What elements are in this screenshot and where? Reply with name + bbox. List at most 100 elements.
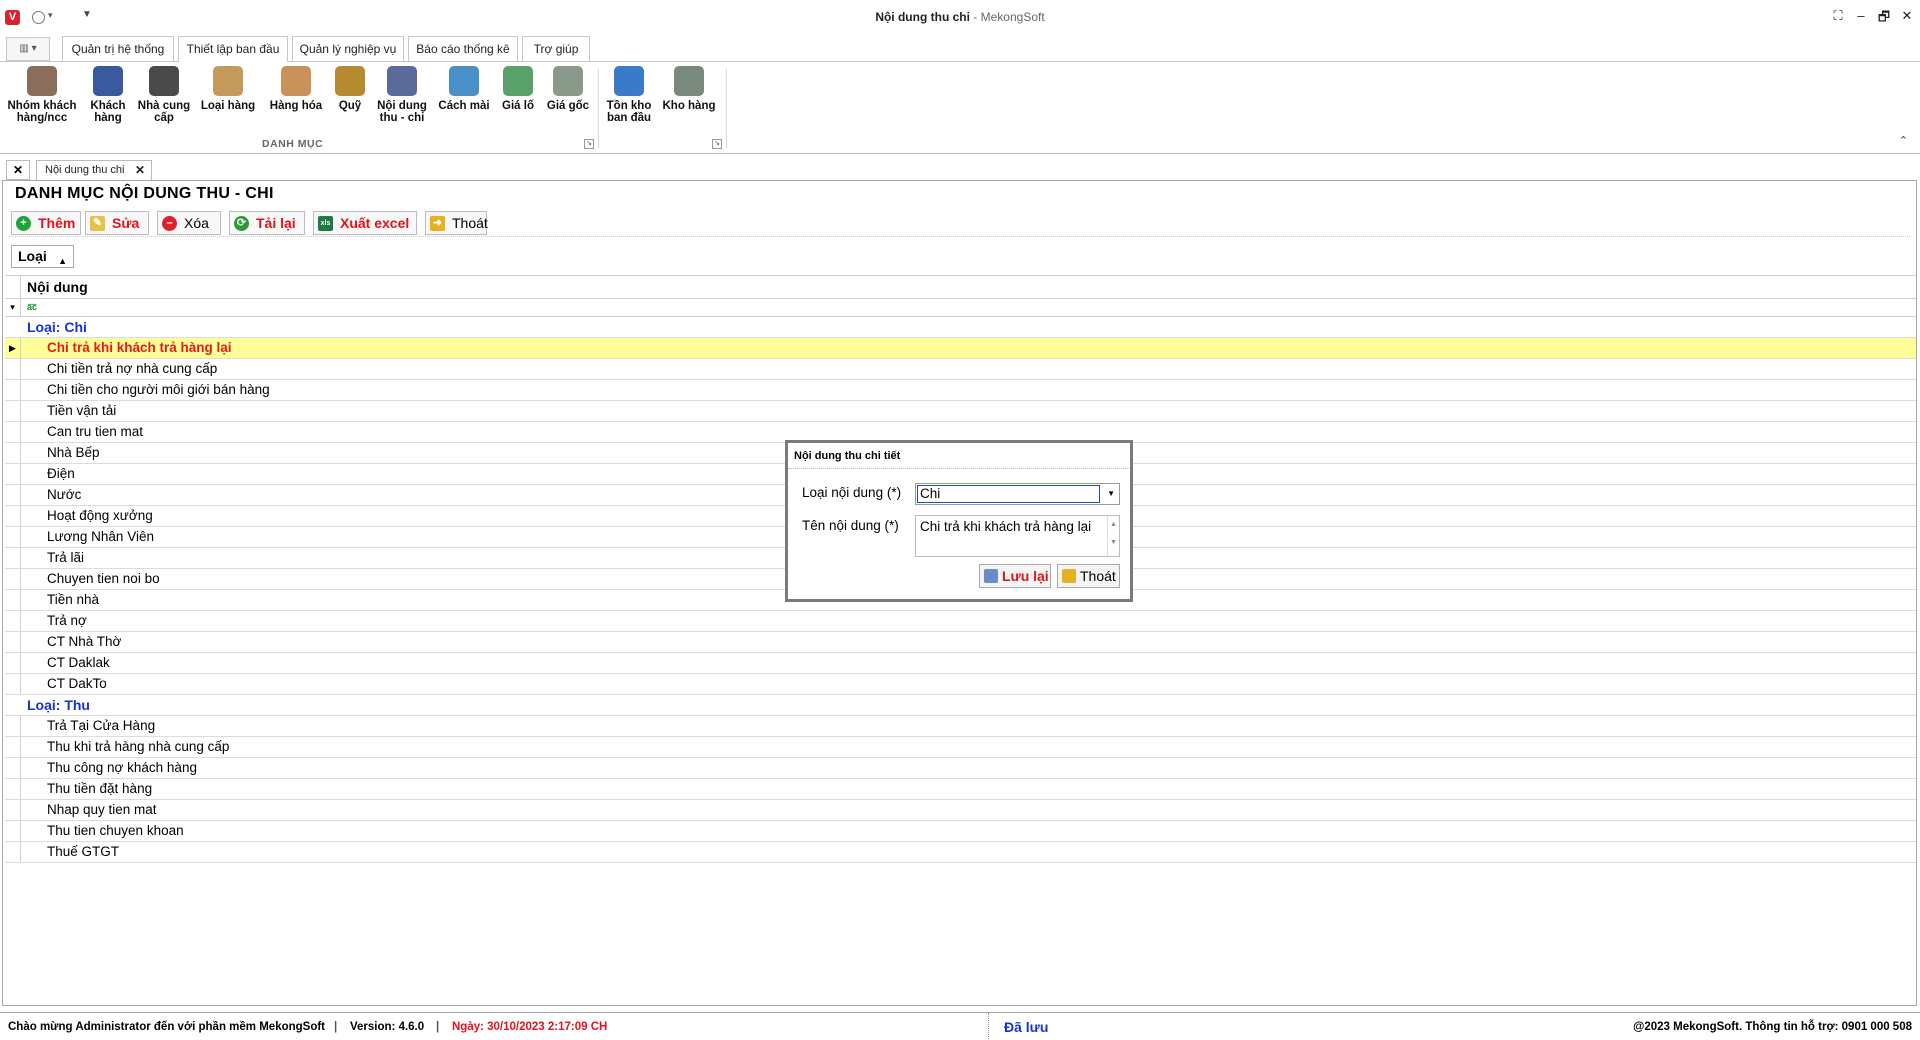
table-row[interactable]: Thu công nợ khách hàng bbox=[5, 758, 1916, 779]
memo-scrollbar[interactable]: ▲ ▼ bbox=[1107, 516, 1119, 556]
filter-condition-icon[interactable]: a͞c bbox=[27, 302, 37, 312]
row-indicator-cell[interactable] bbox=[5, 464, 21, 484]
row-indicator-cell[interactable] bbox=[5, 548, 21, 568]
ribbon-button-7[interactable]: Cách mài bbox=[436, 66, 492, 112]
table-row[interactable]: Trả Tại Cửa Hàng bbox=[5, 716, 1916, 737]
row-indicator-cell[interactable] bbox=[5, 359, 21, 379]
exit-arrow-icon bbox=[1062, 569, 1076, 583]
app-menu-button[interactable]: ▥ ▾ bbox=[6, 37, 50, 61]
row-indicator-cell[interactable] bbox=[5, 821, 21, 841]
table-row[interactable]: CT Nhà Thờ bbox=[5, 632, 1916, 653]
row-indicator-cell[interactable] bbox=[5, 779, 21, 799]
ribbon-button-10[interactable]: Tồn kho ban đầu bbox=[602, 66, 656, 124]
chevron-down-icon[interactable]: ▼ bbox=[1107, 489, 1115, 498]
ribbon-button-1[interactable]: Khách hàng bbox=[86, 66, 130, 124]
tab-quan-ly-nghiep-vu[interactable]: Quản lý nghiệp vụ bbox=[292, 36, 404, 62]
delete-button[interactable]: – Xóa bbox=[157, 211, 221, 235]
exit-button[interactable]: ➜ Thoát bbox=[425, 211, 488, 235]
ribbon-button-8[interactable]: Giá lố bbox=[498, 66, 538, 112]
status-welcome: Chào mừng Administrator đến với phần mềm… bbox=[8, 1021, 326, 1033]
tab-tro-giup[interactable]: Trợ giúp bbox=[522, 36, 590, 62]
table-row[interactable]: Thu tien chuyen khoan bbox=[5, 821, 1916, 842]
table-row[interactable]: Thu khi trả hàng nhà cung cấp bbox=[5, 737, 1916, 758]
name-memo-field[interactable]: Chi trả khi khách trả hàng lại ▲ ▼ bbox=[915, 515, 1120, 557]
name-memo-value: Chi trả khi khách trả hàng lại bbox=[920, 519, 1092, 534]
row-indicator-cell[interactable] bbox=[5, 401, 21, 421]
row-indicator-cell[interactable] bbox=[5, 569, 21, 589]
row-indicator-cell[interactable] bbox=[5, 737, 21, 757]
group-launcher-icon[interactable]: ↘ bbox=[584, 139, 594, 149]
grid-header: Nội dung bbox=[5, 275, 1916, 299]
table-row[interactable]: Chi tiền cho người môi giới bán hàng bbox=[5, 380, 1916, 401]
row-indicator-cell[interactable] bbox=[5, 674, 21, 694]
ribbon-button-label-2: thu - chi bbox=[379, 112, 425, 124]
restore-button[interactable]: 🗗 bbox=[1874, 8, 1894, 30]
row-text: CT Nhà Thờ bbox=[47, 634, 122, 649]
ribbon-button-9[interactable]: Giá gốc bbox=[544, 66, 592, 112]
group-row[interactable]: Loại: Thu bbox=[5, 695, 1916, 716]
status-saved: Đã lưu bbox=[1004, 1019, 1049, 1035]
row-text: CT DakTo bbox=[47, 676, 107, 691]
group-row[interactable]: Loại: Chi bbox=[5, 317, 1916, 338]
table-row[interactable]: CT DakTo bbox=[5, 674, 1916, 695]
row-indicator-cell[interactable] bbox=[5, 590, 21, 610]
document-tab-label: Nội dung thu chi bbox=[45, 164, 125, 176]
table-row[interactable]: Nhap quy tien mat bbox=[5, 800, 1916, 821]
ribbon-button-4[interactable]: Hàng hóa bbox=[266, 66, 326, 112]
row-text: Trả nợ bbox=[47, 613, 87, 628]
minimize-button[interactable]: – bbox=[1851, 8, 1871, 23]
export-excel-button[interactable]: xls Xuất excel bbox=[313, 211, 417, 235]
row-text: Thu công nợ khách hàng bbox=[47, 760, 197, 775]
fullscreen-icon[interactable]: ⛶ bbox=[1828, 8, 1848, 24]
table-row[interactable]: ▶ Chi trả khi khách trả hàng lại bbox=[5, 338, 1916, 359]
dialog-title: Nội dung thu chi tiết bbox=[788, 443, 1130, 469]
dialog-exit-button[interactable]: Thoát bbox=[1057, 564, 1120, 588]
auto-filter-row[interactable]: ▾ a͞c bbox=[5, 299, 1916, 317]
row-indicator-cell[interactable] bbox=[5, 716, 21, 736]
table-row[interactable]: Thu tiền đặt hàng bbox=[5, 779, 1916, 800]
ribbon-button-6[interactable]: Nội dung thu - chi bbox=[374, 66, 430, 124]
row-indicator-cell[interactable] bbox=[5, 611, 21, 631]
column-header-noi-dung[interactable]: Nội dung bbox=[27, 279, 88, 295]
filter-icon[interactable]: ▾ bbox=[5, 299, 21, 316]
row-indicator-cell[interactable] bbox=[5, 800, 21, 820]
row-indicator-cell[interactable] bbox=[5, 653, 21, 673]
add-button[interactable]: + Thêm bbox=[11, 211, 81, 235]
edit-button[interactable]: ✎ Sửa bbox=[85, 211, 149, 235]
ribbon-button-11[interactable]: Kho hàng bbox=[660, 66, 718, 112]
row-indicator-cell[interactable] bbox=[5, 443, 21, 463]
row-indicator-cell[interactable] bbox=[5, 527, 21, 547]
row-indicator-cell[interactable] bbox=[5, 842, 21, 862]
tab-thiet-lap-ban-dau[interactable]: Thiết lập ban đầu bbox=[178, 36, 288, 63]
row-indicator-cell[interactable] bbox=[5, 506, 21, 526]
row-indicator-cell[interactable] bbox=[5, 485, 21, 505]
table-row[interactable]: Thuế GTGT bbox=[5, 842, 1916, 863]
ribbon-button-0[interactable]: Nhóm khách hàng/ncc bbox=[4, 66, 80, 124]
group-by-column-button[interactable]: Loại ▲ bbox=[11, 245, 74, 268]
document-tab[interactable]: Nội dung thu chi ✕ bbox=[36, 160, 152, 180]
row-indicator-cell[interactable] bbox=[5, 758, 21, 778]
reload-button[interactable]: ⟳ Tải lại bbox=[229, 211, 305, 235]
status-version: Version: 4.6.0 bbox=[350, 1021, 425, 1033]
current-row-indicator-icon[interactable]: ▶ bbox=[5, 338, 21, 358]
save-button[interactable]: Lưu lại bbox=[979, 564, 1051, 588]
close-all-tabs-icon[interactable]: ✕ bbox=[6, 160, 30, 180]
tab-quan-tri-he-thong[interactable]: Quản trị hệ thống bbox=[62, 36, 174, 62]
close-button[interactable]: ✕ bbox=[1897, 8, 1917, 24]
tab-bao-cao-thong-ke[interactable]: Báo cáo thống kê bbox=[408, 36, 518, 62]
collapse-ribbon-icon[interactable]: ⌃ bbox=[1899, 134, 1908, 147]
table-row[interactable]: Tiền vận tải bbox=[5, 401, 1916, 422]
ribbon-button-2[interactable]: Nhà cung cấp bbox=[134, 66, 194, 124]
row-indicator-cell[interactable] bbox=[5, 422, 21, 442]
ribbon-button-3[interactable]: Loại hàng bbox=[198, 66, 258, 112]
row-indicator-cell[interactable] bbox=[5, 632, 21, 652]
type-combo[interactable]: Chi ▼ bbox=[915, 483, 1120, 505]
row-indicator-cell[interactable] bbox=[5, 380, 21, 400]
table-row[interactable]: Trả nợ bbox=[5, 611, 1916, 632]
table-row[interactable]: CT Daklak bbox=[5, 653, 1916, 674]
table-row[interactable]: Chi tiền trả nợ nhà cung cấp bbox=[5, 359, 1916, 380]
close-tab-icon[interactable]: ✕ bbox=[135, 161, 145, 179]
type-combo-value[interactable]: Chi bbox=[917, 485, 1100, 503]
ribbon-button-5[interactable]: Quỹ bbox=[334, 66, 366, 112]
group-launcher-icon-2[interactable]: ↘ bbox=[712, 139, 722, 149]
